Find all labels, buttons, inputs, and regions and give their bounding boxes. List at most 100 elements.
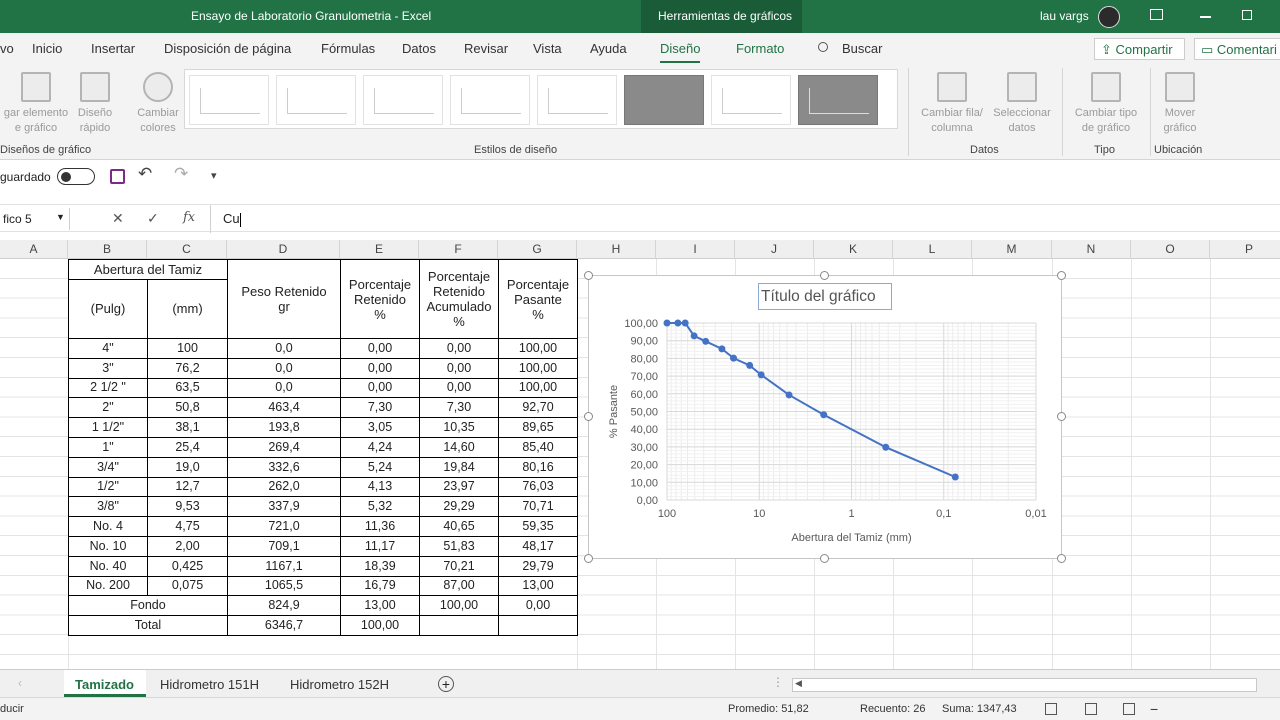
column-header-g[interactable]: G <box>498 240 577 259</box>
cell-porc-acumulado[interactable]: 51,83 <box>419 535 499 557</box>
column-header-h[interactable]: H <box>577 240 656 259</box>
cell-porc-pasante[interactable]: 59,35 <box>498 516 578 537</box>
zoom-out-icon[interactable]: − <box>1150 701 1158 717</box>
autosave-toggle[interactable] <box>57 168 95 185</box>
save-icon[interactable] <box>110 169 125 184</box>
column-header-m[interactable]: M <box>972 240 1052 259</box>
tab-data[interactable]: Datos <box>402 41 436 56</box>
cell-tamiz-pulg[interactable]: 3" <box>68 357 148 379</box>
column-header-b[interactable]: B <box>68 240 147 259</box>
cell-fondo-value[interactable]: 13,00 <box>340 595 420 617</box>
cell-fondo-value[interactable]: 824,9 <box>227 595 341 617</box>
cell-tamiz-pulg[interactable]: 1" <box>68 436 148 458</box>
cell-porc-retenido[interactable]: 0,00 <box>340 338 420 359</box>
cell-abertura-mm[interactable]: 0,075 <box>147 575 228 597</box>
cell-porc-retenido[interactable]: 11,36 <box>340 516 420 537</box>
column-header-f[interactable]: F <box>419 240 498 259</box>
column-header-k[interactable]: K <box>814 240 893 259</box>
cell-peso-retenido[interactable]: 709,1 <box>227 535 341 557</box>
cell-empty[interactable] <box>419 615 499 636</box>
cell-porc-pasante[interactable]: 29,79 <box>498 555 578 577</box>
sheet-tab-hidrometro-152h[interactable]: Hidrometro 152H <box>290 677 389 692</box>
share-button[interactable]: ⇪ Compartir <box>1094 38 1185 60</box>
restore-icon[interactable] <box>1242 10 1252 20</box>
redo-icon[interactable]: ↷ <box>174 164 188 184</box>
column-header-e[interactable]: E <box>340 240 419 259</box>
cell-peso-retenido[interactable]: 721,0 <box>227 516 341 537</box>
cell-porc-pasante[interactable]: 13,00 <box>498 575 578 597</box>
more-icon[interactable]: ⋮ <box>772 675 784 689</box>
tab-home[interactable]: Inicio <box>32 41 62 56</box>
cell-abertura-mm[interactable]: 4,75 <box>147 516 228 537</box>
cell-abertura-mm[interactable]: 100 <box>147 338 228 359</box>
change-colors-button[interactable]: Cambiar colores <box>134 72 182 136</box>
cell-porc-pasante[interactable]: 76,03 <box>498 476 578 498</box>
cell-porc-acumulado[interactable]: 0,00 <box>419 338 499 359</box>
chart-style-2[interactable] <box>276 75 356 125</box>
page-break-view-icon[interactable] <box>1123 703 1135 715</box>
formula-input[interactable]: Cu <box>210 205 253 233</box>
cell-porc-retenido[interactable]: 7,30 <box>340 397 420 419</box>
insert-function-icon[interactable]: fx <box>183 210 195 225</box>
cell-tamiz-pulg[interactable]: 4" <box>68 338 148 359</box>
column-header-o[interactable]: O <box>1131 240 1210 259</box>
header-abertura[interactable]: Abertura del Tamiz <box>68 259 228 280</box>
cell-peso-retenido[interactable]: 0,0 <box>227 357 341 379</box>
tab-page-layout[interactable]: Disposición de página <box>164 41 291 56</box>
header-porc-pasante[interactable]: Porcentaje Pasante% <box>498 259 578 339</box>
cell-porc-acumulado[interactable]: 10,35 <box>419 417 499 438</box>
chart-style-8[interactable] <box>798 75 878 125</box>
cell-porc-retenido[interactable]: 5,24 <box>340 456 420 478</box>
column-header-n[interactable]: N <box>1052 240 1131 259</box>
chart-style-7[interactable] <box>711 75 791 125</box>
chart-style-4[interactable] <box>450 75 530 125</box>
enter-icon[interactable]: ✓ <box>147 210 159 227</box>
cell-porc-pasante[interactable]: 100,00 <box>498 377 578 399</box>
cell-tamiz-pulg[interactable]: No. 4 <box>68 516 148 537</box>
chart-style-5[interactable] <box>537 75 617 125</box>
page-layout-view-icon[interactable] <box>1085 703 1097 715</box>
normal-view-icon[interactable] <box>1045 703 1057 715</box>
cell-porc-acumulado[interactable]: 0,00 <box>419 357 499 379</box>
cell-empty[interactable] <box>498 615 578 636</box>
column-header-p[interactable]: P <box>1210 240 1280 259</box>
ribbon-display-icon[interactable] <box>1150 9 1163 20</box>
column-header-j[interactable]: J <box>735 240 814 259</box>
cell-porc-retenido[interactable]: 0,00 <box>340 357 420 379</box>
cell-porc-pasante[interactable]: 48,17 <box>498 535 578 557</box>
cell-porc-retenido[interactable]: 11,17 <box>340 535 420 557</box>
cell-total-value[interactable]: 100,00 <box>340 615 420 636</box>
column-header-l[interactable]: L <box>893 240 972 259</box>
cell-porc-pasante[interactable]: 100,00 <box>498 357 578 379</box>
cell-porc-retenido[interactable]: 16,79 <box>340 575 420 597</box>
chart-style-6[interactable] <box>624 75 704 125</box>
cell-abertura-mm[interactable]: 38,1 <box>147 417 228 438</box>
cell-peso-retenido[interactable]: 262,0 <box>227 476 341 498</box>
sheet-tab-hidrometro-151h[interactable]: Hidrometro 151H <box>160 677 259 692</box>
cell-tamiz-pulg[interactable]: 2" <box>68 397 148 419</box>
cell-abertura-mm[interactable]: 50,8 <box>147 397 228 419</box>
chart-style-1[interactable] <box>189 75 269 125</box>
cell-porc-pasante[interactable]: 80,16 <box>498 456 578 478</box>
cell-peso-retenido[interactable]: 337,9 <box>227 496 341 518</box>
cell-peso-retenido[interactable]: 0,0 <box>227 377 341 399</box>
cell-porc-acumulado[interactable]: 14,60 <box>419 436 499 458</box>
cell-porc-retenido[interactable]: 4,24 <box>340 436 420 458</box>
cell-abertura-mm[interactable]: 19,0 <box>147 456 228 478</box>
header-peso[interactable]: Peso Retenido gr <box>227 259 341 339</box>
quick-layout-button[interactable]: Diseño rápido <box>72 72 118 136</box>
avatar[interactable] <box>1098 6 1120 28</box>
tab-view[interactable]: Vista <box>533 41 562 56</box>
minimize-icon[interactable] <box>1200 16 1211 18</box>
cell-abertura-mm[interactable]: 0,425 <box>147 555 228 577</box>
chart-area[interactable]: 0,00 10,00 20,00 30,00 40,00 50,00 60,00 70,00 8… <box>588 275 1062 559</box>
cell-peso-retenido[interactable]: 463,4 <box>227 397 341 419</box>
cell-porc-pasante[interactable]: 89,65 <box>498 417 578 438</box>
cell-tamiz-pulg[interactable]: 2 1/2 " <box>68 377 148 399</box>
tab-file[interactable]: vo <box>0 41 14 56</box>
cancel-icon[interactable]: ✕ <box>112 210 124 227</box>
cell-abertura-mm[interactable]: 9,53 <box>147 496 228 518</box>
cell-fondo-value[interactable]: 100,00 <box>419 595 499 617</box>
column-header-i[interactable]: I <box>656 240 735 259</box>
cell-peso-retenido[interactable]: 269,4 <box>227 436 341 458</box>
